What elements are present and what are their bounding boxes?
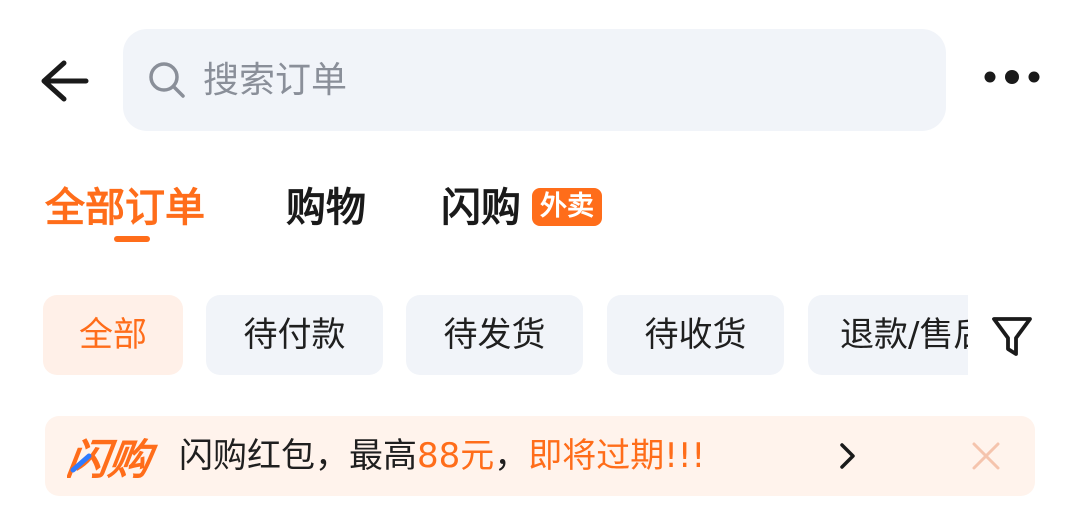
filter-chip-pending-shipment[interactable]: 待发货: [406, 295, 583, 375]
back-button[interactable]: [34, 52, 94, 110]
status-filter-row: 全部 待付款 待发货 待收货 退款/售后: [43, 295, 968, 375]
banner-expiring: 即将过期!!!: [528, 436, 706, 476]
flash-purchase-logo: 闪购: [67, 435, 160, 484]
tab-flash-purchase[interactable]: 闪购: [441, 178, 521, 238]
svg-text:闪购: 闪购: [67, 435, 160, 484]
order-list-page: 全部订单 购物 闪购 外卖 全部 待付款 待发货 待收货 退款/售后 闪购 闪购…: [0, 0, 1080, 525]
filter-chip-refund-after-sale[interactable]: 退款/售后: [808, 295, 968, 375]
banner-text-lead: 闪购红包，最高: [179, 436, 417, 476]
banner-close-button[interactable]: [966, 436, 1006, 476]
arrow-left-icon: [41, 60, 89, 102]
close-icon: [972, 442, 1000, 470]
funnel-icon: [992, 317, 1032, 356]
search-input[interactable]: [201, 49, 905, 111]
active-tab-indicator: [114, 236, 150, 242]
search-bar[interactable]: [123, 29, 946, 131]
search-icon: [147, 60, 187, 100]
more-button[interactable]: [980, 56, 1044, 98]
chevron-right-icon: [840, 443, 855, 469]
banner-message: 闪购红包，最高88元，即将过期!!!: [179, 416, 705, 496]
filter-chip-pending-payment[interactable]: 待付款: [206, 295, 383, 375]
filter-chip-all[interactable]: 全部: [43, 295, 183, 375]
banner-amount: 88元: [417, 436, 495, 476]
banner-text-comma: ，: [494, 436, 529, 476]
tab-shopping[interactable]: 购物: [286, 178, 366, 238]
takeout-badge: 外卖: [532, 188, 602, 226]
filter-chip-pending-receipt[interactable]: 待收货: [607, 295, 784, 375]
red-packet-banner[interactable]: 闪购 闪购红包，最高88元，即将过期!!!: [45, 416, 1035, 496]
filter-button[interactable]: [986, 312, 1038, 362]
tab-all-orders[interactable]: 全部订单: [45, 178, 205, 238]
more-dots-icon: [984, 70, 1040, 84]
